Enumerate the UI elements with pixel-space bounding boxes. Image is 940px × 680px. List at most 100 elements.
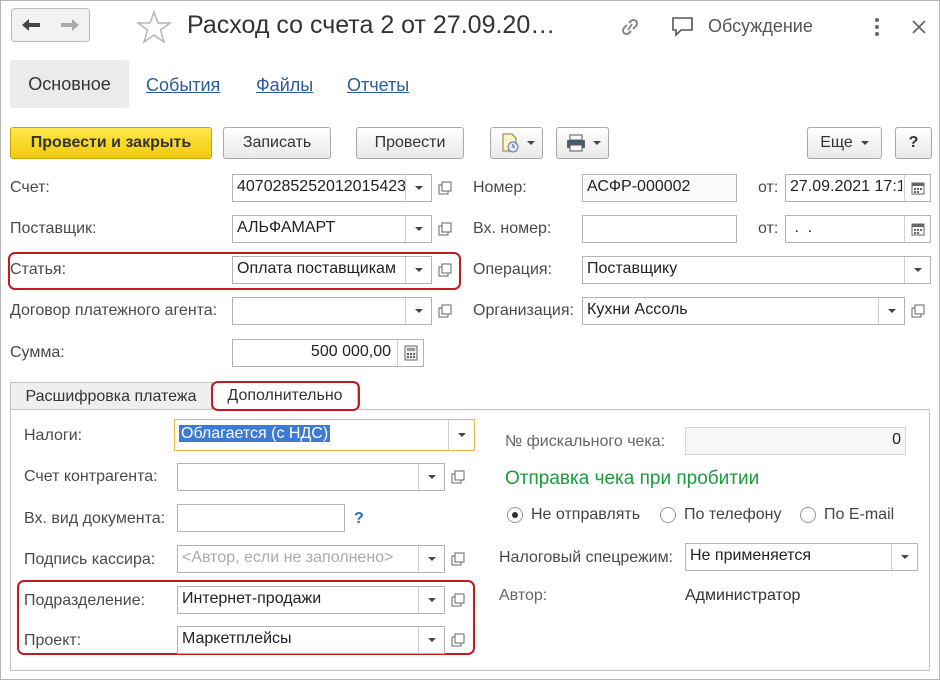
contractor-account-open-button[interactable]	[446, 464, 470, 490]
date-field[interactable]: 27.09.2021 17:16	[785, 174, 931, 202]
radio-do-not-send[interactable]: Не отправлять	[507, 506, 640, 524]
account-field[interactable]: 40702852520120154234	[232, 174, 432, 202]
project-label: Проект:	[24, 632, 82, 649]
taxes-label: Налоги:	[24, 427, 83, 444]
contractor-account-dropdown[interactable]	[418, 464, 444, 490]
link-icon[interactable]	[618, 16, 642, 38]
open-form-icon	[438, 181, 452, 195]
taxes-dropdown[interactable]	[448, 420, 474, 450]
account-dropdown[interactable]	[405, 175, 431, 201]
tax-regime-label: Налоговый спецрежим:	[499, 549, 674, 566]
org-open-button[interactable]	[906, 298, 930, 324]
open-form-icon	[451, 552, 465, 566]
cashier-dropdown[interactable]	[418, 546, 444, 572]
tax-regime-field[interactable]: Не применяется	[685, 543, 918, 571]
project-dropdown[interactable]	[418, 627, 444, 653]
tab-files[interactable]: Файлы	[256, 75, 313, 96]
division-dropdown[interactable]	[418, 587, 444, 613]
article-label: Статья:	[10, 261, 67, 278]
date-calendar-button[interactable]	[904, 175, 930, 201]
doc-kind-label: Вх. вид документа:	[24, 510, 166, 527]
division-field[interactable]: Интернет-продажи	[177, 586, 445, 614]
printer-icon	[566, 134, 585, 152]
tab-payment-decoding[interactable]: Расшифровка платежа	[10, 382, 212, 410]
help-button[interactable]: ?	[895, 127, 932, 159]
open-form-icon	[438, 304, 452, 318]
cashier-field[interactable]: <Автор, если не заполнено>	[177, 545, 445, 573]
in-date-value: . .	[790, 219, 813, 236]
article-value: Оплата поставщикам	[237, 260, 396, 277]
supplier-field[interactable]: АЛЬФАМАРТ	[232, 215, 432, 243]
radio-by-phone[interactable]: По телефону	[660, 506, 782, 524]
print-button[interactable]	[556, 127, 609, 159]
operation-label: Операция:	[473, 261, 553, 278]
sum-value: 500 000,00	[310, 343, 391, 360]
favorite-star-icon[interactable]	[136, 10, 172, 44]
agent-contract-field[interactable]	[232, 297, 432, 325]
forward-button[interactable]	[50, 8, 90, 42]
contractor-account-field[interactable]	[177, 463, 445, 491]
post-and-close-button[interactable]: Провести и закрыть	[10, 127, 212, 159]
project-field[interactable]: Маркетплейсы	[177, 626, 445, 654]
article-open-button[interactable]	[433, 257, 457, 283]
agent-contract-dropdown[interactable]	[405, 298, 431, 324]
agent-contract-open-button[interactable]	[433, 298, 457, 324]
supplier-value: АЛЬФАМАРТ	[237, 219, 336, 236]
tab-events[interactable]: События	[146, 75, 220, 96]
sum-label: Сумма:	[10, 344, 65, 361]
discussion-icon[interactable]	[670, 15, 696, 37]
post-button[interactable]: Провести	[356, 127, 464, 159]
back-button[interactable]	[11, 8, 51, 42]
taxes-field[interactable]: Облагается (с НДС)	[174, 419, 475, 451]
in-date-calendar-button[interactable]	[904, 216, 930, 242]
cashier-open-button[interactable]	[446, 546, 470, 572]
tax-regime-dropdown[interactable]	[891, 544, 917, 570]
chevron-down-icon	[427, 638, 436, 642]
operation-value: Поставщику	[587, 260, 678, 277]
chevron-down-icon	[427, 598, 436, 602]
chevron-down-icon	[900, 555, 909, 559]
tab-reports[interactable]: Отчеты	[347, 75, 409, 96]
org-dropdown[interactable]	[878, 298, 904, 324]
chevron-down-icon	[457, 433, 466, 437]
number-label: Номер:	[473, 179, 527, 196]
supplier-dropdown[interactable]	[405, 216, 431, 242]
open-form-icon	[438, 222, 452, 236]
calendar-icon	[911, 182, 924, 195]
create-based-on-button[interactable]	[490, 127, 543, 159]
more-button[interactable]: Еще	[807, 127, 882, 159]
operation-field[interactable]: Поставщику	[582, 256, 931, 284]
radio-by-email-label: По E-mail	[824, 506, 895, 523]
radio-by-email[interactable]: По E-mail	[800, 506, 894, 524]
account-open-button[interactable]	[433, 175, 457, 201]
sum-field[interactable]: 500 000,00	[232, 339, 424, 367]
calculator-button[interactable]	[397, 340, 423, 366]
in-number-field[interactable]	[582, 215, 737, 243]
division-open-button[interactable]	[446, 587, 470, 613]
doc-kind-help-link[interactable]: ?	[354, 510, 364, 528]
article-field[interactable]: Оплата поставщикам	[232, 256, 432, 284]
calendar-icon	[911, 223, 924, 236]
discussion-link[interactable]: Обсуждение	[708, 16, 813, 37]
number-field[interactable]: АСФР-000002	[582, 174, 737, 202]
supplier-open-button[interactable]	[433, 216, 457, 242]
doc-kind-field[interactable]	[177, 504, 345, 532]
article-dropdown[interactable]	[405, 257, 431, 283]
in-date-label: от:	[758, 220, 779, 237]
save-button[interactable]: Записать	[223, 127, 331, 159]
project-open-button[interactable]	[446, 627, 470, 653]
receipt-send-heading: Отправка чека при пробитии	[505, 468, 760, 489]
org-field[interactable]: Кухни Ассоль	[582, 297, 905, 325]
tab-main[interactable]: Основное	[10, 60, 129, 108]
radio-unselected-icon	[800, 507, 816, 523]
close-icon[interactable]	[910, 18, 928, 36]
more-vertical-icon[interactable]	[872, 16, 882, 38]
open-form-icon	[451, 633, 465, 647]
additional-tab-highlight-box	[211, 381, 360, 411]
arrow-left-icon	[22, 19, 40, 31]
tax-regime-value: Не применяется	[690, 547, 811, 564]
in-date-field[interactable]: . .	[785, 215, 931, 243]
operation-dropdown[interactable]	[904, 257, 930, 283]
cashier-label: Подпись кассира:	[24, 551, 156, 568]
fiscal-field: 0	[685, 427, 906, 455]
